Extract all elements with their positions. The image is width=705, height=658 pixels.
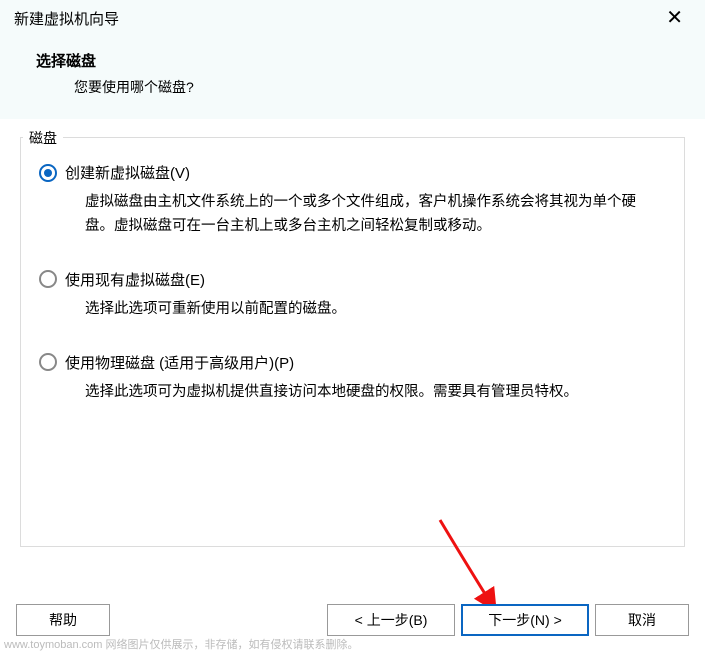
fieldset-legend: 磁盘 xyxy=(23,128,63,148)
radio-icon[interactable] xyxy=(39,270,57,288)
cancel-button[interactable]: 取消 xyxy=(595,604,689,636)
window-title: 新建虚拟机向导 xyxy=(14,8,119,29)
option-label: 使用现有虚拟磁盘(E) xyxy=(65,269,205,290)
option-use-existing-disk[interactable]: 使用现有虚拟磁盘(E) 选择此选项可重新使用以前配置的磁盘。 xyxy=(39,269,666,322)
radio-icon[interactable] xyxy=(39,164,57,182)
option-description: 选择此选项可为虚拟机提供直接访问本地硬盘的权限。需要具有管理员特权。 xyxy=(39,381,666,405)
next-button[interactable]: 下一步(N) > xyxy=(461,604,589,636)
disk-fieldset: 磁盘 创建新虚拟磁盘(V) 虚拟磁盘由主机文件系统上的一个或多个文件组成，客户机… xyxy=(20,137,685,547)
page-subheading: 您要使用哪个磁盘? xyxy=(36,77,669,97)
radio-icon[interactable] xyxy=(39,353,57,371)
option-use-physical-disk[interactable]: 使用物理磁盘 (适用于高级用户)(P) 选择此选项可为虚拟机提供直接访问本地硬盘… xyxy=(39,352,666,405)
option-create-new-disk[interactable]: 创建新虚拟磁盘(V) 虚拟磁盘由主机文件系统上的一个或多个文件组成，客户机操作系… xyxy=(39,162,666,239)
option-label: 创建新虚拟磁盘(V) xyxy=(65,162,190,183)
option-description: 虚拟磁盘由主机文件系统上的一个或多个文件组成，客户机操作系统会将其视为单个硬盘。… xyxy=(39,191,666,239)
back-button[interactable]: < 上一步(B) xyxy=(327,604,455,636)
help-button[interactable]: 帮助 xyxy=(16,604,110,636)
page-heading: 选择磁盘 xyxy=(36,50,669,71)
watermark-text: www.toymoban.com 网络图片仅供展示，非存储，如有侵权请联系删除。 xyxy=(4,636,358,652)
option-description: 选择此选项可重新使用以前配置的磁盘。 xyxy=(39,298,666,322)
option-label: 使用物理磁盘 (适用于高级用户)(P) xyxy=(65,352,294,373)
close-icon[interactable]: ✕ xyxy=(658,4,691,32)
